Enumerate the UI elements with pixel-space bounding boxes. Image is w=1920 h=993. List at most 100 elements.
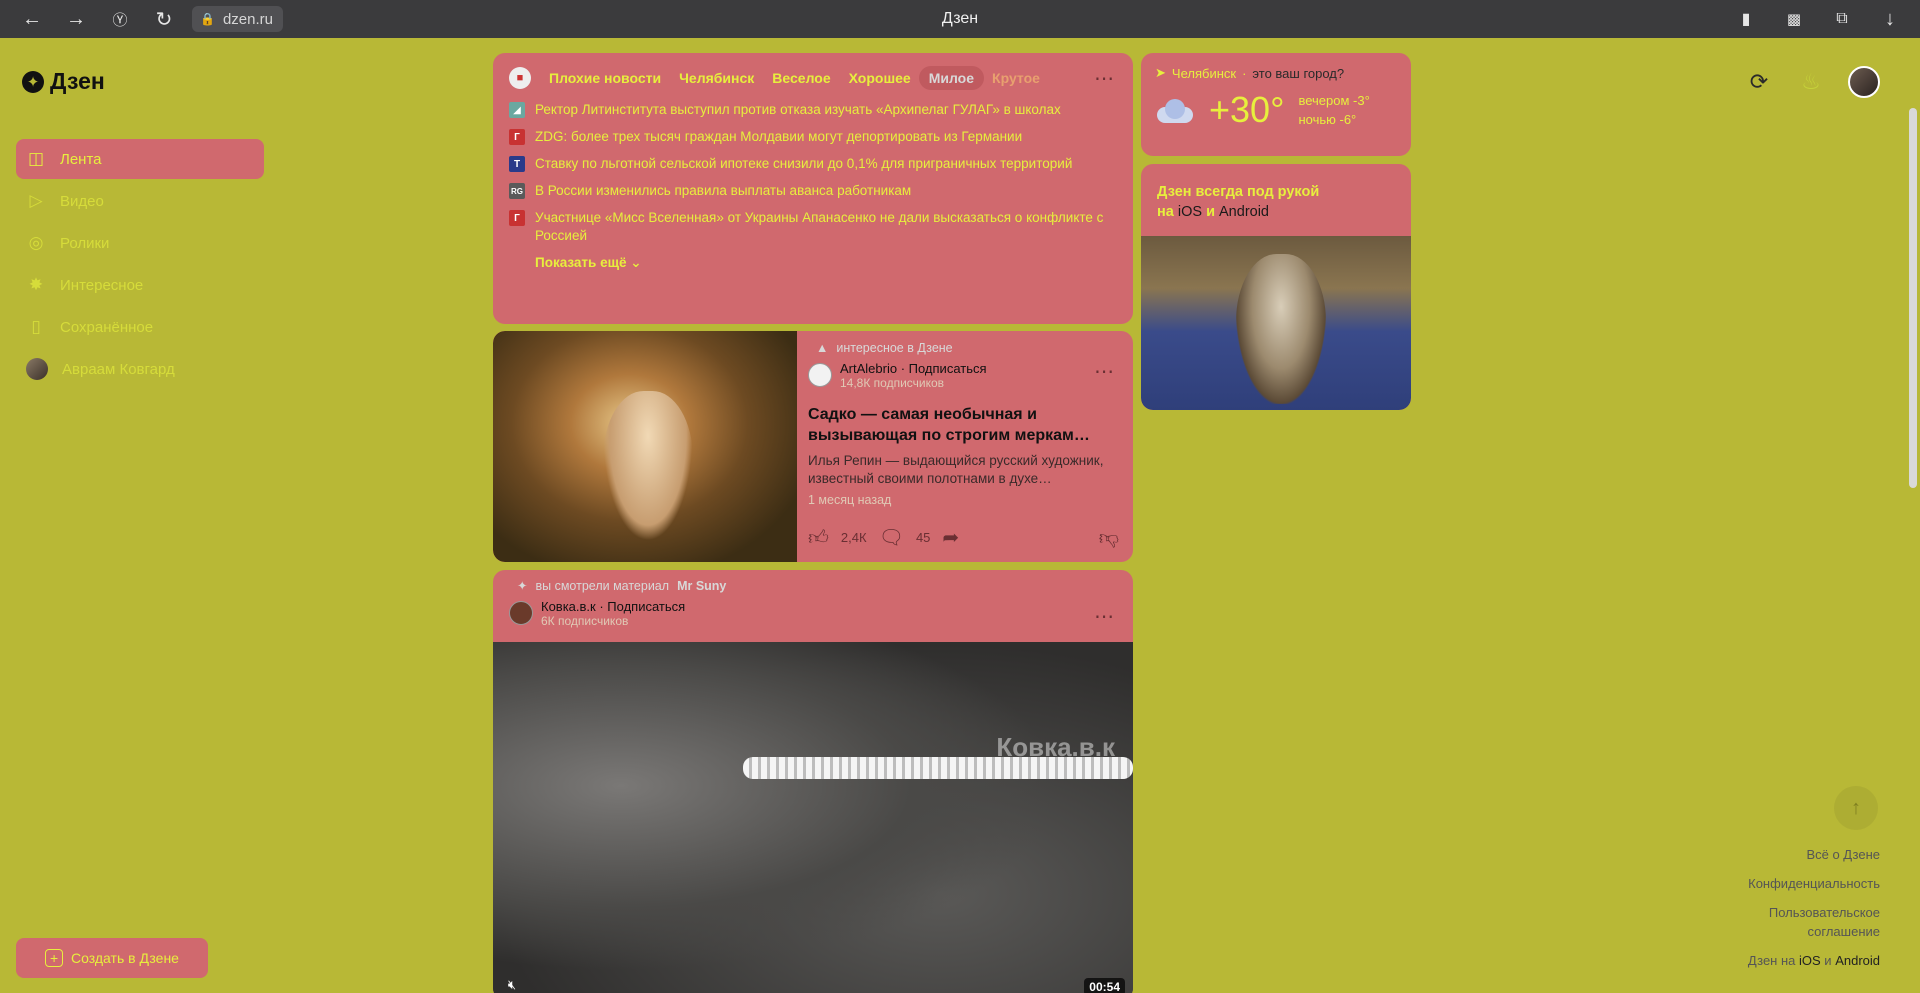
subscribe-button[interactable]: Подписаться	[607, 599, 685, 614]
article-body: ▲ интересное в Дзене ArtAlebrio · Подпис…	[808, 341, 1121, 507]
arrow-up-icon: ↑	[1851, 796, 1861, 819]
like-icon[interactable]: 👍︎	[808, 526, 829, 550]
sidebar-item-video[interactable]: ▷ Видео	[16, 181, 264, 221]
news-item[interactable]: Г ZDG: более трех тысяч граждан Молдавии…	[509, 128, 1117, 146]
yandex-icon[interactable]: Ⓨ	[98, 0, 142, 38]
article-description[interactable]: Илья Репин — выдающийся русский художник…	[808, 452, 1121, 488]
source-logo-icon: ◢	[509, 102, 525, 118]
page-scrollbar[interactable]	[1906, 38, 1920, 993]
bookmark-icon[interactable]: ▮	[1722, 0, 1770, 38]
battery-icon[interactable]: ▩	[1770, 0, 1818, 38]
subscribe-button[interactable]: Подписаться	[909, 361, 987, 376]
tab-chelyabinsk[interactable]: Челябинск	[679, 70, 754, 86]
apps-link[interactable]: Дзен на iOS и Android	[1748, 951, 1880, 970]
article-card[interactable]: ▲ интересное в Дзене ArtAlebrio · Подпис…	[493, 331, 1133, 562]
source-logo-icon: RG	[509, 183, 525, 199]
author-avatar[interactable]	[509, 601, 533, 625]
play-icon: ▷	[29, 191, 43, 210]
interesting-icon: ✸	[28, 275, 44, 294]
news-item[interactable]: Т Ставку по льготной сельской ипотеке сн…	[509, 155, 1117, 173]
more-icon[interactable]: ⋯	[1094, 66, 1115, 91]
forward-icon[interactable]: →	[54, 0, 98, 38]
tab-funny[interactable]: Веселое	[772, 70, 830, 86]
bell-icon[interactable]: ♨	[1796, 67, 1826, 97]
lock-icon: 🔒	[200, 12, 215, 26]
more-icon[interactable]: ⋯	[1094, 359, 1115, 384]
sidebar-item-saved[interactable]: ▯ Сохранённое	[16, 307, 264, 347]
user-avatar[interactable]	[1848, 66, 1880, 98]
source-logo-icon: Т	[509, 156, 525, 172]
apps-android[interactable]: Android	[1835, 953, 1880, 968]
author-avatar[interactable]	[808, 363, 832, 387]
sidebar-item-interesting[interactable]: ✸ Интересное	[16, 265, 264, 305]
news-item[interactable]: Г Участнице «Мисс Вселенная» от Украины …	[509, 209, 1117, 245]
sidebar-item-label: Интересное	[60, 276, 144, 294]
chevron-down-icon: ⌄	[630, 255, 642, 270]
logo-text: Дзен	[50, 68, 105, 94]
news-source-icon[interactable]: ■	[509, 67, 531, 89]
source-logo-icon: Г	[509, 210, 525, 226]
ios-link[interactable]: iOS	[1178, 204, 1202, 220]
show-more-label: Показать ещё	[535, 255, 627, 270]
tab-bad-news[interactable]: Плохие новости	[549, 70, 661, 86]
kitten-image	[1141, 236, 1411, 410]
more-icon[interactable]: ⋯	[1094, 604, 1115, 629]
browser-toolbar: ← → Ⓨ ↻ 🔒 dzen.ru Дзен ▮ ▩ ⧉ ↓	[0, 0, 1920, 38]
history-source[interactable]: Mr Suny	[677, 579, 726, 593]
app-promo-text: Дзен всегда под рукой на iOS и Android	[1141, 164, 1411, 236]
video-player[interactable]: Ковка.в.к 🔇︎ 00:54	[493, 642, 1133, 993]
sidebar-item-profile[interactable]: Авраам Ковгард	[16, 349, 264, 389]
tab-cool[interactable]: Крутое	[992, 70, 1040, 86]
article-author: ArtAlebrio · Подписаться 14,8К подписчик…	[808, 361, 1121, 390]
collections-icon[interactable]: ⧉	[1818, 0, 1866, 38]
tab-cute[interactable]: Милое	[918, 66, 985, 90]
weather-card[interactable]: ➤ Челябинск · это ваш город? +30° вечеро…	[1141, 53, 1411, 156]
terms-link[interactable]: Пользовательское соглашение	[1748, 903, 1880, 941]
mute-icon[interactable]: 🔇︎	[501, 974, 523, 993]
news-item[interactable]: RG В России изменились правила выплаты а…	[509, 182, 1117, 200]
sidebar-item-shorts[interactable]: ◎ Ролики	[16, 223, 264, 263]
author-name[interactable]: ArtAlebrio	[840, 361, 897, 376]
author-name[interactable]: Ковка.в.к	[541, 599, 596, 614]
shorts-icon: ◎	[28, 233, 44, 252]
weather-forecast: вечером -3° ночью -6°	[1298, 91, 1369, 129]
refresh-feed-icon[interactable]: ⟳	[1744, 67, 1774, 97]
show-more-link[interactable]: Показать ещё ⌄	[535, 255, 642, 271]
scrollbar-thumb[interactable]	[1909, 108, 1917, 488]
article-image[interactable]	[493, 331, 797, 562]
android-link[interactable]: Android	[1219, 204, 1269, 220]
temperature: +30°	[1209, 89, 1285, 130]
subscriber-count: 6К подписчиков	[541, 614, 629, 628]
create-button[interactable]: + Создать в Дзене	[16, 938, 208, 978]
news-item[interactable]: ◢ Ректор Литинститута выступил против от…	[509, 101, 1117, 119]
article-actions: 👍︎ 2,4К 🗨︎ 45 ➦ 👎︎	[808, 525, 1119, 550]
app-promo-card[interactable]: Дзен всегда под рукой на iOS и Android	[1141, 164, 1411, 410]
reload-icon[interactable]: ↻	[142, 0, 186, 38]
article-title[interactable]: Садко — самая необычная и вызывающая по …	[808, 404, 1121, 446]
dislike-icon[interactable]: 👎︎	[1099, 526, 1119, 550]
apps-ios[interactable]: iOS	[1799, 953, 1821, 968]
share-icon[interactable]: ➦	[942, 525, 959, 550]
scroll-top-button[interactable]: ↑	[1834, 786, 1878, 830]
about-link[interactable]: Всё о Дзене	[1748, 845, 1880, 864]
header-actions: ⟳ ♨	[1744, 66, 1880, 98]
tab-good[interactable]: Хорошее	[849, 70, 911, 86]
city-name[interactable]: Челябинск	[1172, 66, 1236, 81]
feed-icon: ◫	[27, 149, 45, 168]
dzen-logo[interactable]: ✦ Дзен	[22, 68, 105, 95]
privacy-link[interactable]: Конфиденциальность	[1748, 874, 1880, 893]
comment-icon[interactable]: 🗨︎	[879, 525, 904, 550]
back-icon[interactable]: ←	[10, 0, 54, 38]
news-tabs: ■ Плохие новости Челябинск Веселое Хорош…	[509, 65, 1117, 91]
app-promo-line1: Дзен всегда под рукой	[1157, 184, 1320, 200]
sidebar-item-feed[interactable]: ◫ Лента	[16, 139, 264, 179]
url-text: dzen.ru	[222, 10, 273, 28]
download-icon[interactable]: ↓	[1866, 0, 1914, 38]
video-duration: 00:54	[1084, 978, 1125, 993]
sidebar-item-label: Ролики	[60, 234, 110, 252]
address-bar[interactable]: 🔒 dzen.ru	[192, 6, 283, 32]
dzen-star-icon: ✦	[22, 70, 44, 93]
video-card[interactable]: ✦ вы смотрели материал Mr Suny Ковка.в.к…	[493, 570, 1133, 993]
news-item-text: Ректор Литинститута выступил против отка…	[535, 102, 1061, 117]
city-question[interactable]: это ваш город?	[1252, 66, 1344, 81]
